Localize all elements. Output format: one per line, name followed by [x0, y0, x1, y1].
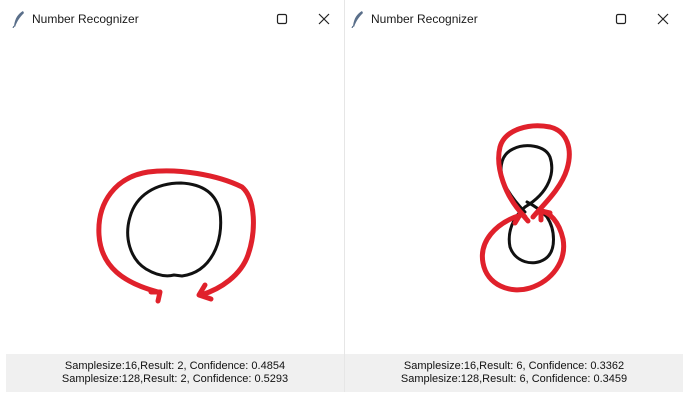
number-recognizer-window-right: Number Recognizer Samplesize:16,Result: …: [345, 0, 683, 392]
close-icon: [657, 13, 669, 25]
title-bar[interactable]: Number Recognizer: [6, 0, 344, 37]
status-bar: Samplesize:16,Result: 6, Confidence: 0.3…: [345, 354, 683, 392]
maximize-icon: [276, 13, 288, 25]
close-button[interactable]: [651, 8, 675, 30]
close-icon: [318, 13, 330, 25]
annotation-arrow-left: [148, 289, 163, 304]
number-recognizer-window-left: Number Recognizer Samplesize:16,Result: …: [6, 0, 344, 392]
status-line-16: Samplesize:16,Result: 6, Confidence: 0.3…: [403, 360, 625, 372]
user-stroke: [126, 181, 223, 278]
annotation-upper-loop: [496, 123, 572, 220]
maximize-button[interactable]: [609, 8, 633, 30]
title-bar[interactable]: Number Recognizer: [345, 0, 683, 37]
maximize-icon: [615, 13, 627, 25]
close-button[interactable]: [312, 8, 336, 30]
status-line-16: Samplesize:16,Result: 2, Confidence: 0.4…: [64, 360, 286, 372]
status-line-128: Samplesize:128,Result: 2, Confidence: 0.…: [61, 373, 289, 385]
drawing-canvas[interactable]: [6, 37, 344, 354]
drawing-canvas[interactable]: [345, 37, 683, 354]
feather-icon: [12, 10, 26, 28]
status-bar: Samplesize:16,Result: 2, Confidence: 0.4…: [6, 354, 344, 392]
window-title: Number Recognizer: [32, 11, 139, 26]
maximize-button[interactable]: [270, 8, 294, 30]
window-title: Number Recognizer: [371, 11, 478, 26]
status-line-128: Samplesize:128,Result: 6, Confidence: 0.…: [400, 373, 628, 385]
feather-icon: [351, 10, 365, 28]
